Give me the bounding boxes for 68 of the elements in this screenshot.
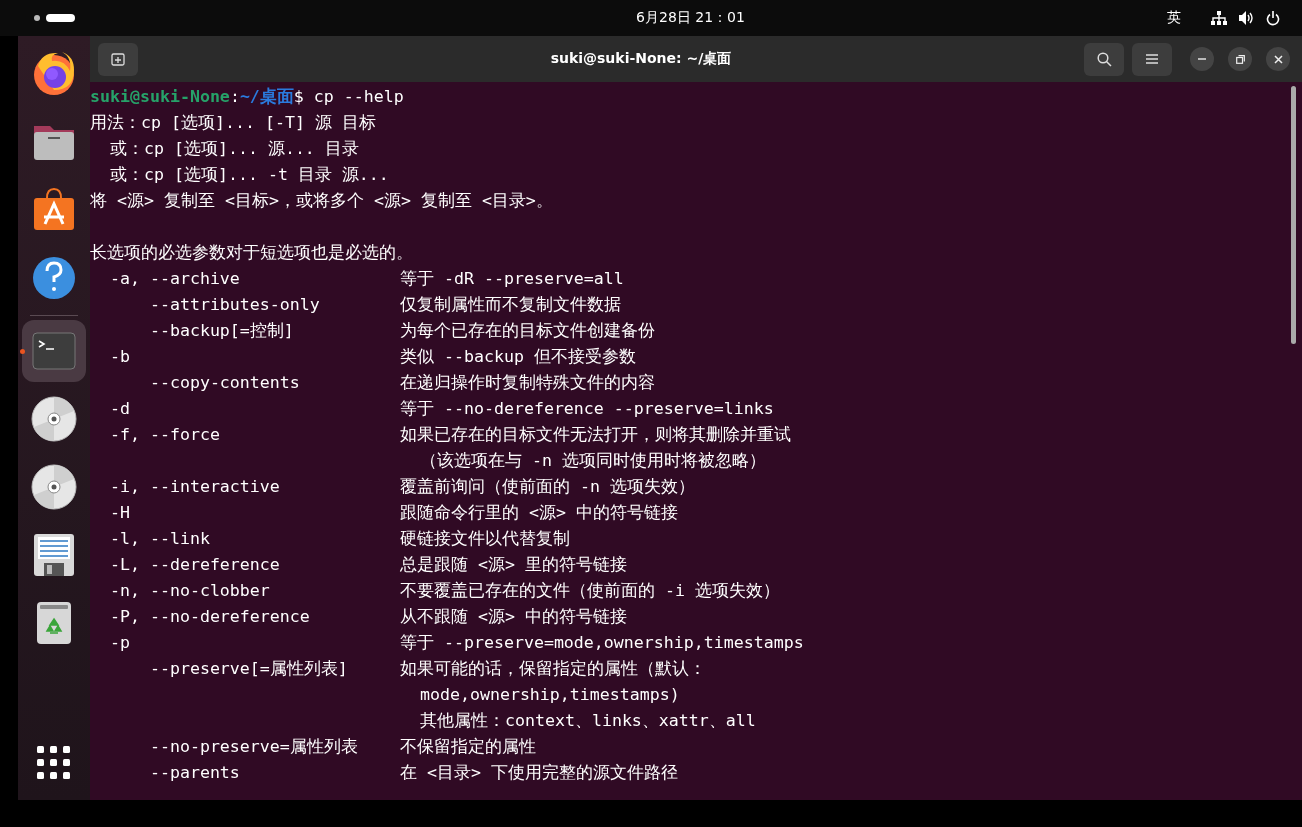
option-name: -l, --link [108,528,211,550]
minimize-button[interactable] [1190,47,1214,71]
restore-button[interactable] [1228,47,1252,71]
option-description: 仅复制属性而不复制文件数据 [400,294,622,316]
command-line: suki@suki-None:~/桌面$ cp --help [90,87,404,106]
help-icon [30,254,78,302]
menu-button[interactable] [1132,42,1172,76]
workspace-pill-icon[interactable] [46,14,75,22]
option-name: -L, --dereference [108,554,281,576]
option-name: -P, --no-dereference [108,606,311,628]
option-name: -a, --archive [108,268,241,290]
menu-icon [1146,54,1158,64]
option-description: 跟随命令行里的 <源> 中的符号链接 [400,502,679,524]
option-description: （该选项在与 -n 选项同时使用时将被忽略） [418,450,767,472]
option-description: 等于 -dR --preserve=all [400,268,625,290]
option-description: 在 <目录> 下使用完整的源文件路径 [400,762,679,784]
option-description: 为每个已存在的目标文件创建备份 [400,320,656,342]
output-line: 或：cp [选项]... -t 目录 源... [108,165,389,184]
option-description: 类似 --backup 但不接受参数 [400,346,637,368]
option-name: -d [108,398,131,420]
new-tab-button[interactable] [98,42,138,76]
option-description: 其他属性：context、links、xattr、all [418,710,757,732]
search-icon [1096,51,1112,67]
network-icon[interactable] [1211,11,1227,25]
search-button[interactable] [1084,42,1124,76]
power-icon[interactable] [1266,10,1280,26]
option-name: -i, --interactive [108,476,281,498]
option-description: 如果可能的话，保留指定的属性（默认： [400,658,707,680]
option-name: -f, --force [108,424,221,446]
option-name: --backup[=控制] [148,320,295,342]
option-name: --parents [148,762,241,784]
output-line: 长选项的必选参数对于短选项也是必选的。 [90,243,413,262]
dock-item-highlight[interactable] [22,320,86,382]
option-description: mode,ownership,timestamps) [418,684,681,706]
option-name: --copy-contents [148,372,301,394]
option-name: --attributes-only [148,294,321,316]
option-name: -H [108,502,131,524]
window-title: suki@suki-None: ~/桌面 [549,50,733,68]
option-description: 等于 --preserve=mode,ownership,timestamps [400,632,805,654]
clock[interactable]: 6月28日 21：01 [636,9,745,27]
option-name: --preserve[=属性列表] [148,658,349,680]
output-line: 将 <源> 复制至 <目标>，或将多个 <源> 复制至 <目录>。 [90,191,553,210]
minimize-icon [1198,58,1206,60]
workspace-dot-icon[interactable] [34,15,40,21]
option-description: 如果已存在的目标文件无法打开，则将其删除并重试 [400,424,792,446]
close-button[interactable] [1266,47,1290,71]
output-line: 或：cp [选项]... 源... 目录 [108,139,359,158]
option-description: 不保留指定的属性 [400,736,537,758]
disc-icon [30,463,78,511]
option-description: 总是跟随 <源> 里的符号链接 [400,554,628,576]
input-method-indicator[interactable]: 英 [1167,9,1181,27]
option-description: 不要覆盖已存在的文件（使前面的 -i 选项失效） [400,580,781,602]
volume-icon[interactable] [1239,11,1254,25]
option-description: 等于 --no-dereference --preserve=links [400,398,775,420]
disc-icon [30,395,78,443]
option-description: 从不跟随 <源> 中的符号链接 [400,606,628,628]
option-description: 在递归操作时复制特殊文件的内容 [400,372,656,394]
output-line: 用法：cp [选项]... [-T] 源 目标 [90,113,376,132]
new-tab-icon [111,52,125,66]
restore-icon [1235,54,1245,64]
option-name: -n, --no-clobber [108,580,271,602]
option-name: -b [108,346,131,368]
option-description: 硬链接文件以代替复制 [400,528,571,550]
scrollbar[interactable] [1291,86,1296,344]
option-description: 覆盖前询问（使前面的 -n 选项失效） [400,476,696,498]
close-icon [1273,54,1283,64]
option-name: --no-preserve=属性列表 [148,736,359,758]
option-name: -p [108,632,131,654]
